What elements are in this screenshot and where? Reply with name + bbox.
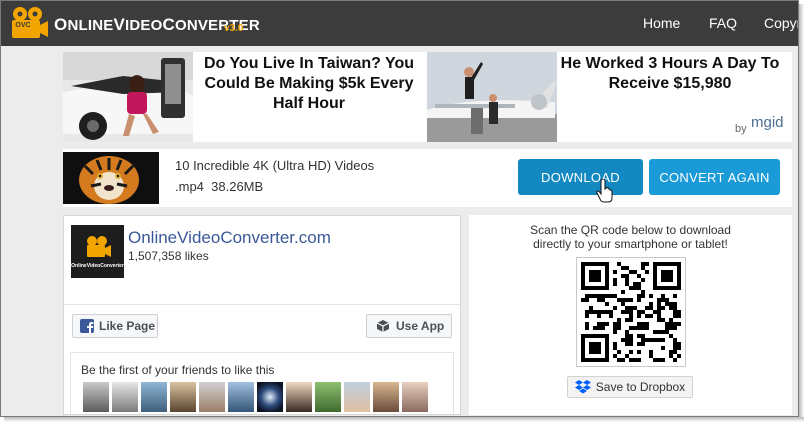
facebook-logo-text: OnlineVideoConverter (71, 263, 124, 269)
ad-image-car-woman[interactable] (63, 52, 193, 142)
logo-badge-text: OVC (15, 22, 31, 29)
use-app-button[interactable]: Use App (366, 314, 452, 338)
ad-headline-left[interactable]: Do You Live In Taiwan? You Could Be Maki… (193, 54, 425, 114)
ad-sponsor-by: by (735, 123, 747, 135)
like-page-button[interactable]: Like Page (72, 314, 158, 338)
download-button[interactable]: DOWNLOAD (518, 159, 643, 195)
avatar[interactable] (257, 382, 283, 412)
qr-instructions: Scan the QR code below to download direc… (469, 223, 792, 251)
qr-download-panel: Scan the QR code below to download direc… (469, 215, 792, 415)
qr-instructions-line1: Scan the QR code below to download (530, 223, 731, 237)
nav-faq[interactable]: FAQ (709, 15, 737, 31)
ad-image-private-jet[interactable] (427, 52, 557, 142)
avatar[interactable] (228, 382, 254, 412)
nav-home[interactable]: Home (643, 15, 680, 31)
site-header: OVC ONLINEVIDEOCONVERTER v3.0 Home FAQ C… (1, 1, 798, 46)
facebook-divider (64, 304, 460, 305)
save-to-dropbox-button[interactable]: Save to Dropbox (567, 376, 693, 398)
friend-avatars (83, 382, 428, 412)
nav-copyright[interactable]: Copyr (764, 15, 798, 31)
avatar[interactable] (141, 382, 167, 412)
dropbox-icon (574, 380, 591, 394)
file-size: 38.26MB (211, 179, 264, 194)
avatar[interactable] (315, 382, 341, 412)
facebook-page-widget: OnlineVideoConverter OnlineVideoConverte… (63, 215, 461, 415)
video-file-info: .mp4 38.26MB (175, 179, 263, 194)
conversion-result-bar: 10 Incredible 4K (Ultra HD) Videos .mp4 … (63, 149, 792, 207)
facebook-page-name-link[interactable]: OnlineVideoConverter.com (128, 228, 331, 248)
facebook-f-icon (80, 319, 94, 333)
avatar[interactable] (402, 382, 428, 412)
facebook-friends-box: Be the first of your friends to like thi… (70, 352, 454, 414)
ad-banner-row: Do You Live In Taiwan? You Could Be Maki… (63, 52, 792, 142)
avatar[interactable] (199, 382, 225, 412)
avatar[interactable] (83, 382, 109, 412)
version-label: v3.0 (224, 23, 244, 34)
avatar[interactable] (286, 382, 312, 412)
facebook-friends-text: Be the first of your friends to like thi… (81, 363, 275, 377)
convert-again-button[interactable]: CONVERT AGAIN (649, 159, 780, 195)
file-format: .mp4 (175, 179, 204, 194)
browser-viewport: OVC ONLINEVIDEOCONVERTER v3.0 Home FAQ C… (0, 0, 799, 417)
avatar[interactable] (373, 382, 399, 412)
facebook-page-logo[interactable]: OnlineVideoConverter (71, 225, 124, 278)
qr-code-image (576, 257, 686, 367)
avatar[interactable] (170, 382, 196, 412)
hand-cursor-icon (596, 178, 614, 203)
ad-sponsor-logo[interactable]: mgid (751, 114, 784, 131)
video-thumbnail-tiger (63, 152, 159, 204)
avatar[interactable] (344, 382, 370, 412)
avatar[interactable] (112, 382, 138, 412)
cube-icon (376, 319, 390, 333)
ad-headline-right[interactable]: He Worked 3 Hours A Day To Receive $15,9… (559, 54, 781, 94)
qr-instructions-line2: directly to your smartphone or tablet! (533, 237, 728, 251)
video-title: 10 Incredible 4K (Ultra HD) Videos (175, 158, 375, 173)
facebook-likes-count: 1,507,358 likes (128, 249, 209, 263)
